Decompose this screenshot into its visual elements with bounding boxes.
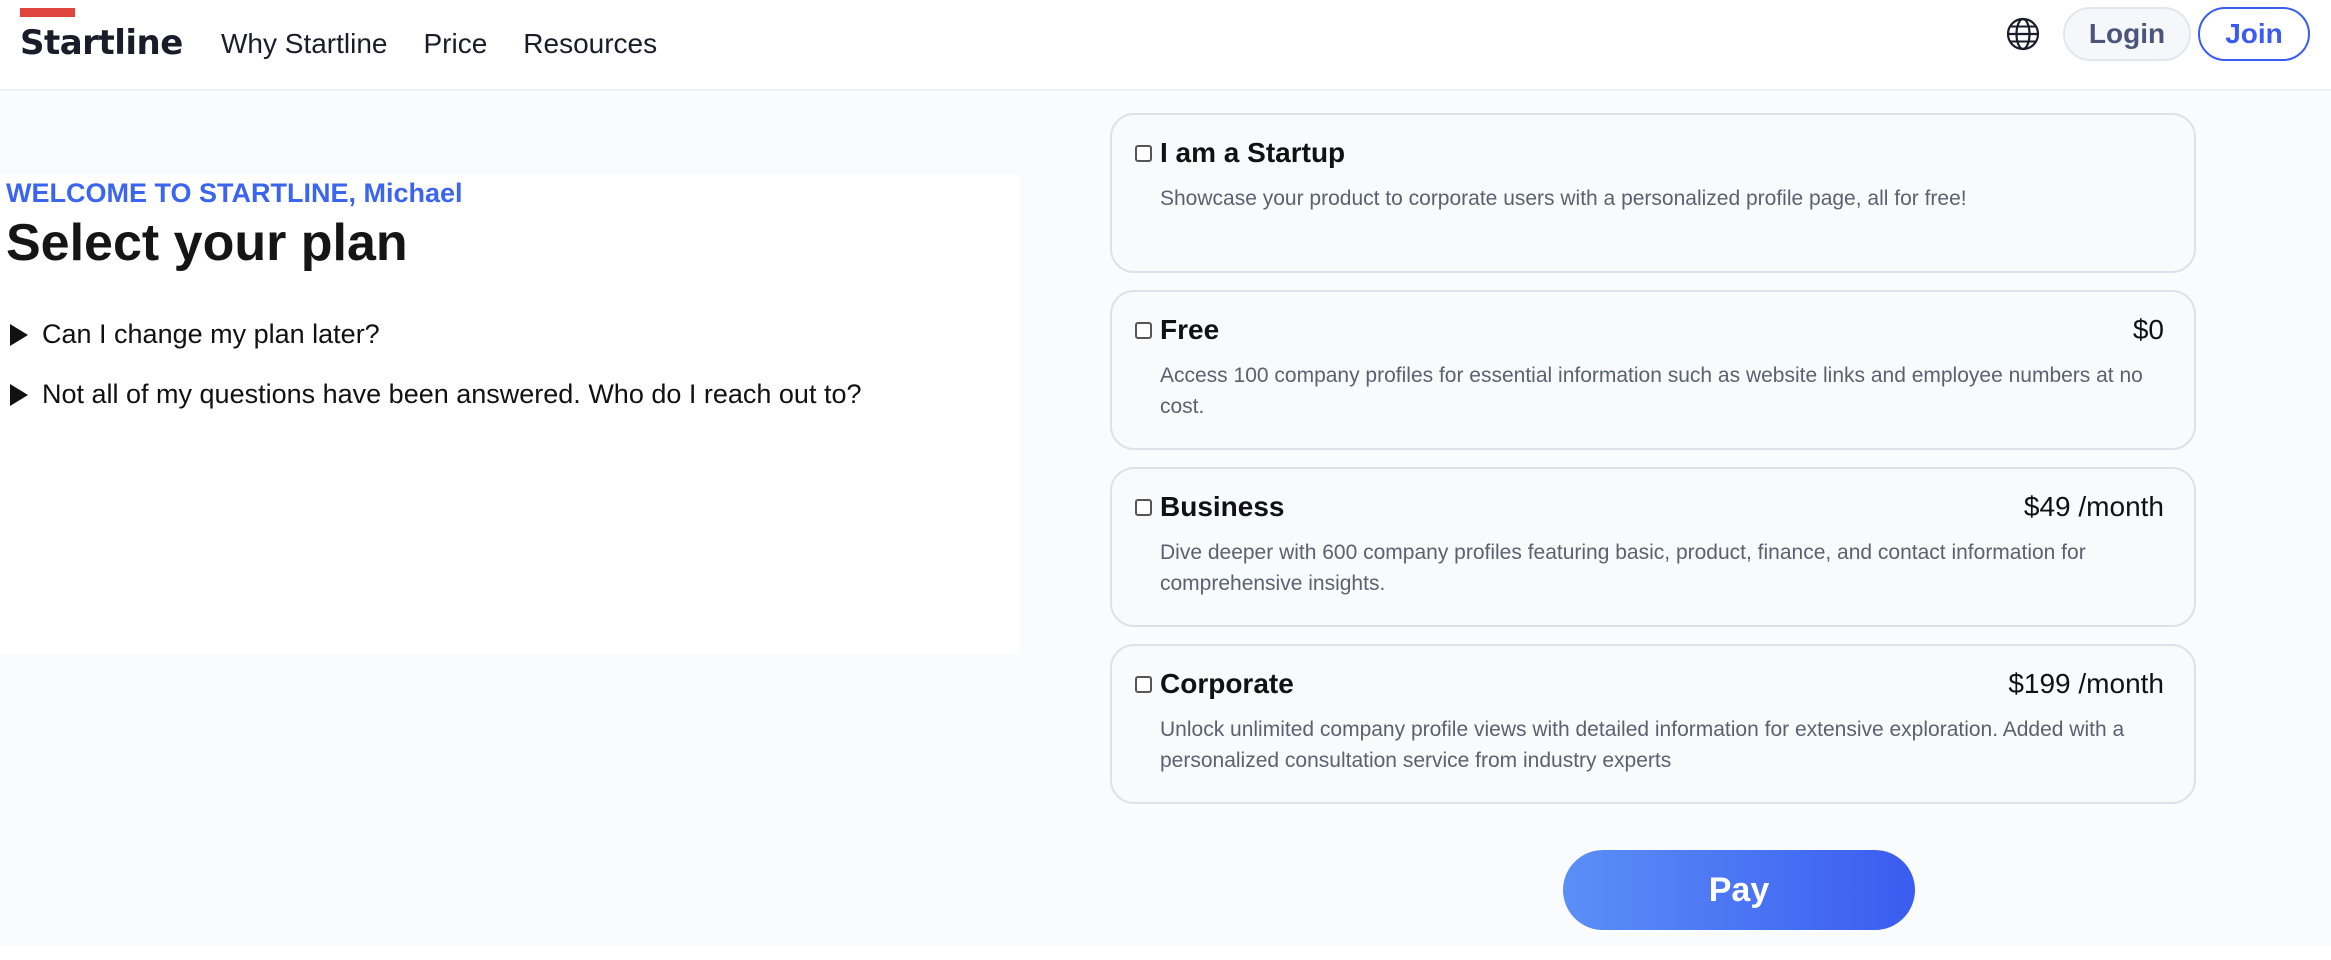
page-title: Select your plan [6, 214, 408, 272]
faq-contact[interactable]: Not all of my questions have been answer… [10, 379, 861, 410]
plan-card-corporate[interactable]: Corporate $199 /month Unlock unlimited c… [1110, 644, 2196, 804]
plan-card-startup[interactable]: I am a Startup Showcase your product to … [1110, 113, 2196, 273]
plan-name: Business [1160, 491, 1285, 522]
nav-resources[interactable]: Resources [523, 24, 657, 64]
plan-price: $0 [2132, 314, 2164, 345]
top-header: Startline Why Startline Price Resources … [0, 0, 2331, 91]
globe-icon[interactable] [2006, 17, 2040, 51]
welcome-text: WELCOME TO STARTLINE, Michael [6, 178, 463, 208]
plan-description: Showcase your product to corporate users… [1160, 187, 1967, 210]
plan-card-business[interactable]: Business $49 /month Dive deeper with 600… [1110, 467, 2196, 627]
disclosure-triangle-icon [10, 323, 28, 346]
plan-price: $199 /month [2008, 668, 2164, 699]
plan-checkbox[interactable] [1135, 676, 1152, 693]
nav-price[interactable]: Price [424, 24, 488, 64]
plan-name: Free [1160, 314, 1220, 345]
faq-question: Not all of my questions have been answer… [42, 379, 862, 409]
plan-name: I am a Startup [1160, 137, 1346, 168]
startline-logo[interactable]: Startline [20, 8, 183, 63]
logo-accent-bar [20, 8, 75, 17]
plan-description: Access 100 company profiles for essentia… [1160, 364, 2143, 418]
disclosure-triangle-icon [10, 383, 28, 406]
plan-checkbox[interactable] [1135, 499, 1152, 516]
plan-checkbox[interactable] [1135, 145, 1152, 162]
main-nav: Why Startline Price Resources [221, 24, 657, 64]
plan-price: $49 /month [2023, 491, 2164, 522]
join-button[interactable]: Join [2198, 7, 2310, 61]
main-content: WELCOME TO STARTLINE, Michael Select you… [0, 91, 2331, 946]
login-button[interactable]: Login [2063, 7, 2191, 61]
plan-description: Unlock unlimited company profile views w… [1160, 718, 2125, 772]
plan-description: Dive deeper with 600 company profiles fe… [1160, 541, 2086, 595]
nav-why-startline[interactable]: Why Startline [221, 24, 388, 64]
logo-text: Startline [20, 23, 183, 63]
plan-name: Corporate [1160, 668, 1294, 699]
plan-checkbox[interactable] [1135, 322, 1152, 339]
faq-change-plan[interactable]: Can I change my plan later? [10, 319, 380, 350]
pay-button[interactable]: Pay [1563, 850, 1915, 930]
plan-card-free[interactable]: Free $0 Access 100 company profiles for … [1110, 290, 2196, 450]
faq-question: Can I change my plan later? [42, 319, 380, 349]
